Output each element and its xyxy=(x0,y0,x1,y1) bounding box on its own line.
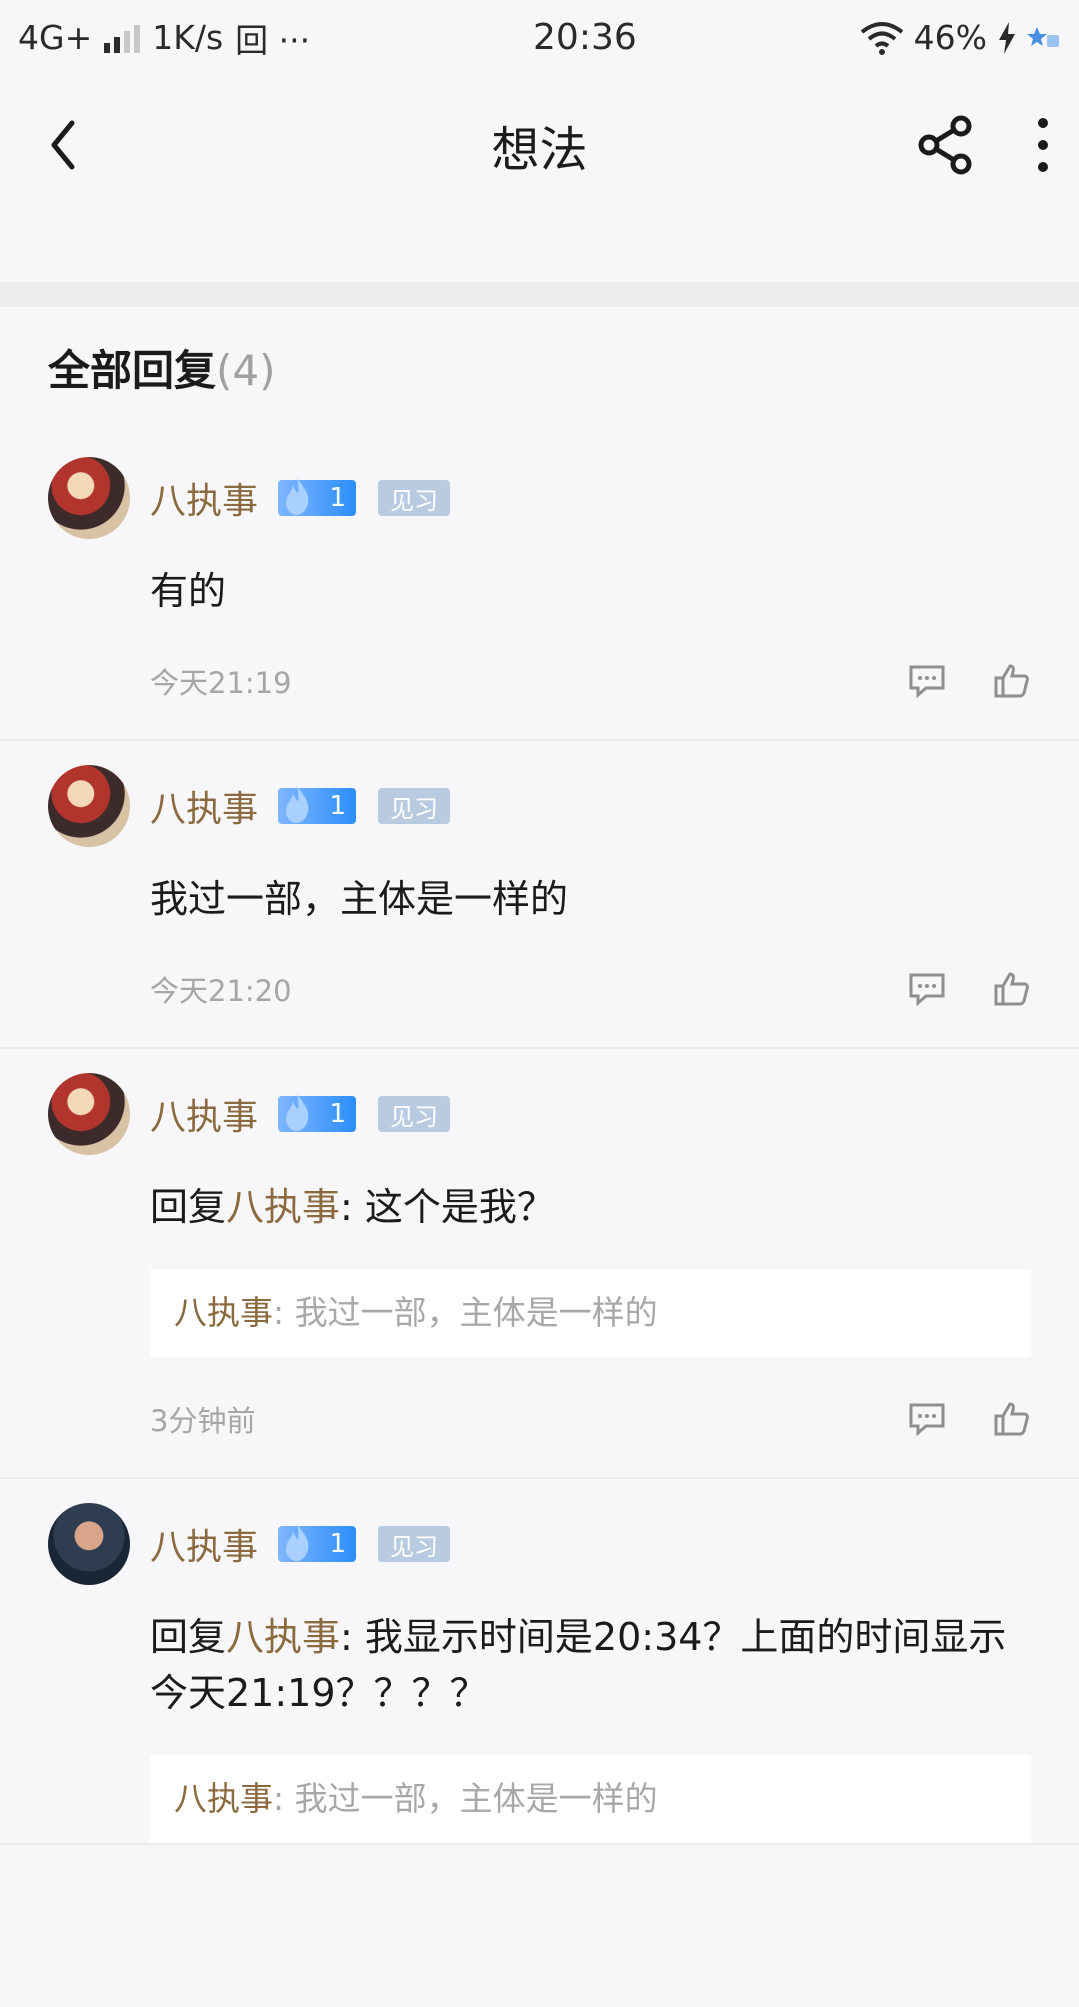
comment-time: 今天21:20 xyxy=(150,974,292,1008)
status-left: 4G+ 1K/s 回 ··· xyxy=(18,14,310,62)
comment-item: 八执事 1 见习 有的 今天21:19 xyxy=(0,433,1079,741)
quote-user[interactable]: 八执事 xyxy=(174,1779,273,1818)
network-type: 4G+ xyxy=(18,18,93,57)
comment-item: 八执事 1 见习 我过一部，主体是一样的 今天21:20 xyxy=(0,741,1079,1049)
rank-badge: 见习 xyxy=(378,788,451,824)
status-bar: 4G+ 1K/s 回 ··· 20:36 46% xyxy=(0,0,1079,75)
comment-text: 有的 xyxy=(150,569,227,613)
comment-footer: 今天21:20 xyxy=(150,949,1031,1029)
quoted-comment[interactable]: 八执事: 我过一部，主体是一样的 xyxy=(150,1269,1031,1357)
comment-text: 回复八执事: 这个是我？ xyxy=(150,1157,1031,1235)
flame-icon xyxy=(286,478,309,515)
quote-text: : 我过一部，主体是一样的 xyxy=(273,1779,658,1818)
flame-icon xyxy=(286,1524,309,1561)
reply-mention[interactable]: 八执事 xyxy=(226,1615,340,1659)
level-badge: 1 xyxy=(278,786,357,824)
section-title: 全部回复 xyxy=(48,346,217,395)
level-badge: 1 xyxy=(278,478,357,516)
quote-user[interactable]: 八执事 xyxy=(174,1293,273,1332)
battery-percent: 46% xyxy=(913,18,987,57)
signal-icon xyxy=(104,23,141,53)
comment-item: 八执事 1 见习 回复八执事: 这个是我？ 八执事: 我过一部，主体是一样的 3… xyxy=(0,1049,1079,1479)
comment-icon[interactable] xyxy=(907,969,947,1009)
comment-actions xyxy=(907,969,1031,1009)
share-icon[interactable] xyxy=(915,114,977,176)
comment-time: 今天21:19 xyxy=(150,666,292,700)
avatar[interactable] xyxy=(48,1073,130,1155)
comment-footer: 3分钟前 xyxy=(150,1379,1031,1459)
status-extra: 回 ··· xyxy=(235,20,311,60)
flame-icon xyxy=(286,1094,309,1131)
flame-icon xyxy=(286,786,309,823)
comment-header: 八执事 1 见习 xyxy=(48,1501,1031,1587)
wifi-icon xyxy=(860,21,903,55)
avatar[interactable] xyxy=(48,457,130,539)
reply-body: : 这个是我？ xyxy=(340,1185,555,1229)
comment-text: 回复八执事: 我显示时间是20:34？上面的时间显示今天21:19？？？？ xyxy=(150,1587,1031,1721)
comment-footer: 今天21:19 xyxy=(150,641,1031,721)
thumbs-up-icon[interactable] xyxy=(991,1399,1031,1439)
comment-icon[interactable] xyxy=(907,1399,947,1439)
more-icon[interactable] xyxy=(1037,117,1049,173)
reply-count: (4) xyxy=(216,346,276,395)
nav-actions xyxy=(915,114,1049,176)
username[interactable]: 八执事 xyxy=(150,1518,258,1570)
comment-item: 八执事 1 见习 回复八执事: 我显示时间是20:34？上面的时间显示今天21:… xyxy=(0,1479,1079,1845)
comment-icon[interactable] xyxy=(907,661,947,701)
charging-icon xyxy=(999,21,1015,54)
rank-badge: 见习 xyxy=(378,1526,451,1562)
comment-time: 3分钟前 xyxy=(150,1404,256,1438)
avatar[interactable] xyxy=(48,765,130,847)
comment-actions xyxy=(907,1399,1031,1439)
status-right: 46% xyxy=(860,18,1061,57)
badge-icon xyxy=(1027,26,1059,47)
rank-badge: 见习 xyxy=(378,480,451,516)
back-icon[interactable] xyxy=(48,119,78,171)
network-speed: 1K/s xyxy=(152,18,224,57)
thumbs-up-icon[interactable] xyxy=(991,969,1031,1009)
reply-prefix: 回复 xyxy=(150,1615,227,1659)
comment-header: 八执事 1 见习 xyxy=(48,455,1031,541)
section-header: 全部回复(4) xyxy=(0,307,1079,433)
status-time: 20:36 xyxy=(533,17,637,58)
quote-text: : 我过一部，主体是一样的 xyxy=(273,1293,658,1332)
reply-prefix: 回复 xyxy=(150,1185,227,1229)
nav-bar: 想法 xyxy=(0,75,1079,215)
username[interactable]: 八执事 xyxy=(150,780,258,832)
comment-actions xyxy=(907,661,1031,701)
comment-text: 我过一部，主体是一样的 xyxy=(150,877,569,921)
section-divider xyxy=(0,282,1079,307)
quoted-comment[interactable]: 八执事: 我过一部，主体是一样的 xyxy=(150,1755,1031,1843)
rank-badge: 见习 xyxy=(378,1096,451,1132)
thumbs-up-icon[interactable] xyxy=(991,661,1031,701)
avatar[interactable] xyxy=(48,1503,130,1585)
comment-header: 八执事 1 见习 xyxy=(48,763,1031,849)
reply-mention[interactable]: 八执事 xyxy=(226,1185,340,1229)
level-badge: 1 xyxy=(278,1094,357,1132)
level-badge: 1 xyxy=(278,1524,357,1562)
username[interactable]: 八执事 xyxy=(150,1088,258,1140)
username[interactable]: 八执事 xyxy=(150,472,258,524)
comment-header: 八执事 1 见习 xyxy=(48,1071,1031,1157)
